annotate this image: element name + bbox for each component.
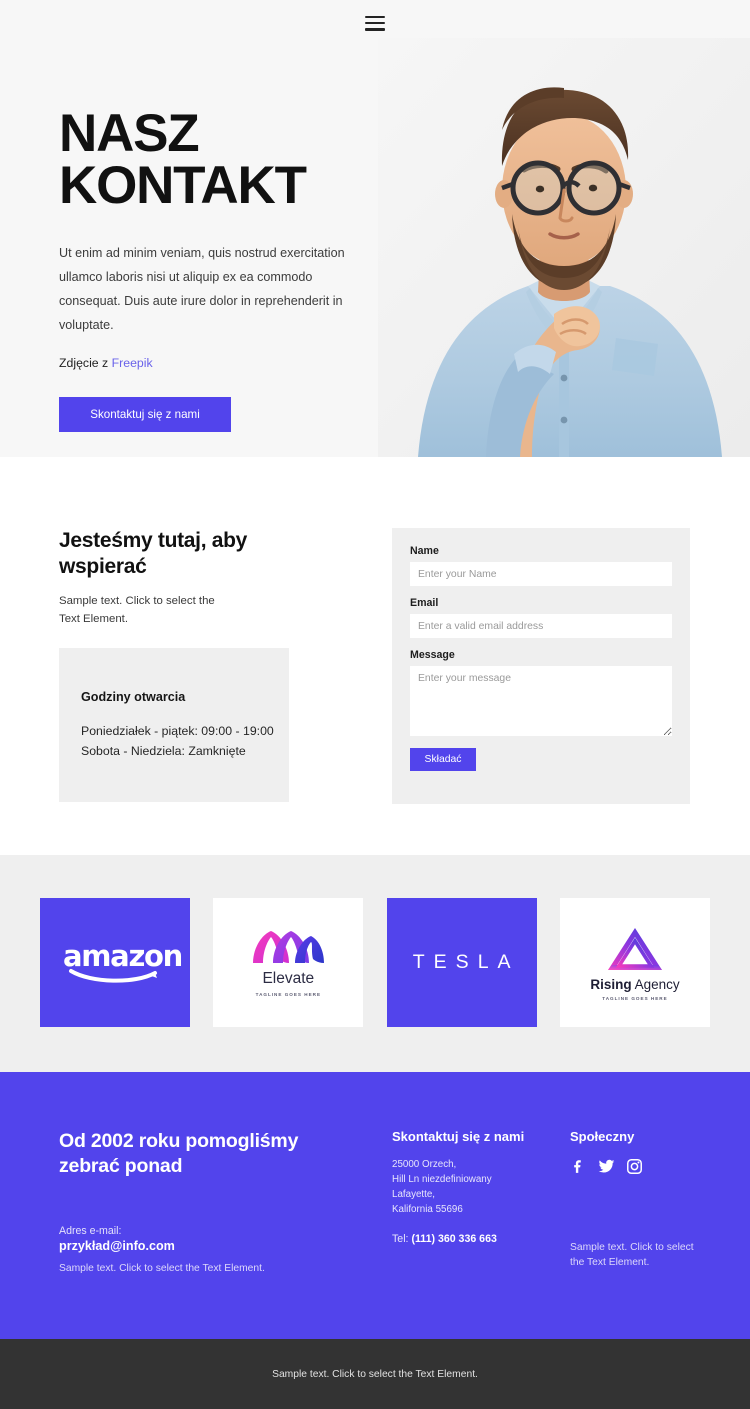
menu-line — [365, 15, 385, 19]
footer-telephone: Tel: (111) 360 336 663 — [392, 1233, 497, 1245]
elevate-wordmark: Elevate — [262, 969, 315, 987]
logo-tile-amazon[interactable]: amazon — [40, 898, 190, 1027]
message-textarea[interactable] — [410, 666, 672, 736]
tesla-wordmark: TESLA — [412, 951, 520, 973]
elevate-mark-icon — [253, 930, 325, 963]
footer-note-left: Sample text. Click to select the Text El… — [59, 1263, 265, 1274]
elevate-tagline: TAGLINE GOES HERE — [255, 991, 322, 997]
contact-us-button[interactable]: Skontaktuj się z nami — [59, 396, 231, 432]
logo-row: amazon Elevate TAGLINE GOES HERE TESLA R… — [40, 898, 710, 1027]
message-label: Message — [410, 649, 455, 661]
photo-credit: Zdjęcie z Freepik — [59, 356, 389, 370]
amazon-logo: amazon — [63, 938, 183, 984]
footer-social-heading: Społeczny — [570, 1129, 635, 1144]
menu-line — [365, 21, 385, 25]
contact-form: Name Email Message Składać — [392, 528, 690, 804]
address-line: Hill Ln niezdefiniowany — [392, 1173, 492, 1185]
footer-tel-value[interactable]: (111) 360 336 663 — [411, 1233, 496, 1245]
submit-button[interactable]: Składać — [410, 748, 476, 771]
footer-email-block: Adres e-mail: przykład@info.com — [59, 1225, 175, 1253]
name-label: Name — [410, 545, 439, 557]
hamburger-menu-icon[interactable] — [365, 15, 385, 31]
logo-tile-elevate[interactable]: Elevate TAGLINE GOES HERE — [213, 898, 364, 1027]
social-links — [570, 1158, 720, 1175]
footer-email-value[interactable]: przykład@info.com — [59, 1239, 175, 1253]
freepik-link[interactable]: Freepik — [112, 356, 153, 370]
footer-contact-column: Skontaktuj się z nami 25000 Orzech, Hill… — [392, 1129, 542, 1218]
page-title: NASZ KONTAKT — [59, 107, 389, 216]
facebook-icon[interactable] — [570, 1158, 587, 1175]
hero-copy: NASZ KONTAKT Ut enim ad minim veniam, qu… — [59, 107, 389, 432]
contact-subtext: Sample text. Click to select the Text El… — [59, 595, 215, 625]
email-label: Email — [410, 597, 439, 609]
address-line: 25000 Orzech, — [392, 1159, 457, 1170]
opening-hours-weekend: Sobota - Niedziela: Zamknięte — [81, 743, 246, 758]
rising-agency-word-bold: Rising — [590, 976, 632, 992]
rising-agency-word-light: Agency — [631, 976, 680, 992]
bottom-bar-text: Sample text. Click to select the Text El… — [272, 1368, 478, 1380]
hero-description: Ut enim ad minim veniam, quis nostrud ex… — [59, 245, 345, 333]
man-thinking-illustration — [378, 38, 750, 457]
photo-credit-prefix: Zdjęcie z — [59, 355, 112, 370]
rising-agency-wordmark: Rising Agency — [590, 977, 679, 992]
twitter-icon[interactable] — [598, 1158, 615, 1175]
opening-hours-card: Godziny otwarcia Poniedziałek - piątek: … — [59, 648, 289, 802]
rising-agency-mark-icon — [607, 927, 662, 970]
top-navigation-bar — [0, 0, 750, 46]
client-logos-section: amazon Elevate TAGLINE GOES HERE TESLA R… — [0, 855, 750, 1072]
footer-address: 25000 Orzech, Hill Ln niezdefiniowany La… — [392, 1158, 542, 1218]
hero-photo — [378, 38, 750, 457]
footer-headline-column: Od 2002 roku pomogliśmy zebrać ponad — [59, 1129, 359, 1179]
logo-tile-rising-agency[interactable]: Rising Agency TAGLINE GOES HERE — [559, 898, 710, 1027]
opening-hours-title: Godziny otwarcia — [81, 690, 186, 704]
footer-headline: Od 2002 roku pomogliśmy zebrać ponad — [59, 1130, 299, 1177]
name-input[interactable] — [410, 562, 672, 586]
footer-note-right: Sample text. Click to select the Text El… — [570, 1242, 694, 1269]
footer-tel-label: Tel: — [392, 1233, 412, 1245]
opening-hours-weekday: Poniedziałek - piątek: 09:00 - 19:00 — [81, 724, 274, 738]
hero-section: NASZ KONTAKT Ut enim ad minim veniam, qu… — [0, 0, 750, 457]
page-title-line-1: NASZ — [59, 104, 200, 163]
contact-intro: Jesteśmy tutaj, aby wspierać Sample text… — [59, 528, 291, 629]
bottom-bar: Sample text. Click to select the Text El… — [0, 1339, 750, 1409]
footer-social-column: Społeczny — [570, 1129, 720, 1175]
address-line: Lafayette, — [392, 1188, 436, 1200]
rising-agency-tagline: TAGLINE GOES HERE — [602, 995, 668, 1001]
email-input[interactable] — [410, 614, 672, 638]
address-line: Kalifornia 55696 — [392, 1203, 463, 1215]
amazon-wordmark: amazon — [63, 938, 183, 973]
footer-email-label: Adres e-mail: — [59, 1225, 122, 1237]
contact-heading: Jesteśmy tutaj, aby wspierać — [59, 529, 248, 578]
instagram-icon[interactable] — [626, 1158, 643, 1175]
footer: Od 2002 roku pomogliśmy zebrać ponad Adr… — [0, 1072, 750, 1339]
footer-contact-heading: Skontaktuj się z nami — [392, 1129, 525, 1144]
page-title-line-2: KONTAKT — [59, 156, 307, 216]
logo-tile-tesla[interactable]: TESLA — [386, 898, 537, 1027]
menu-line — [365, 27, 385, 31]
